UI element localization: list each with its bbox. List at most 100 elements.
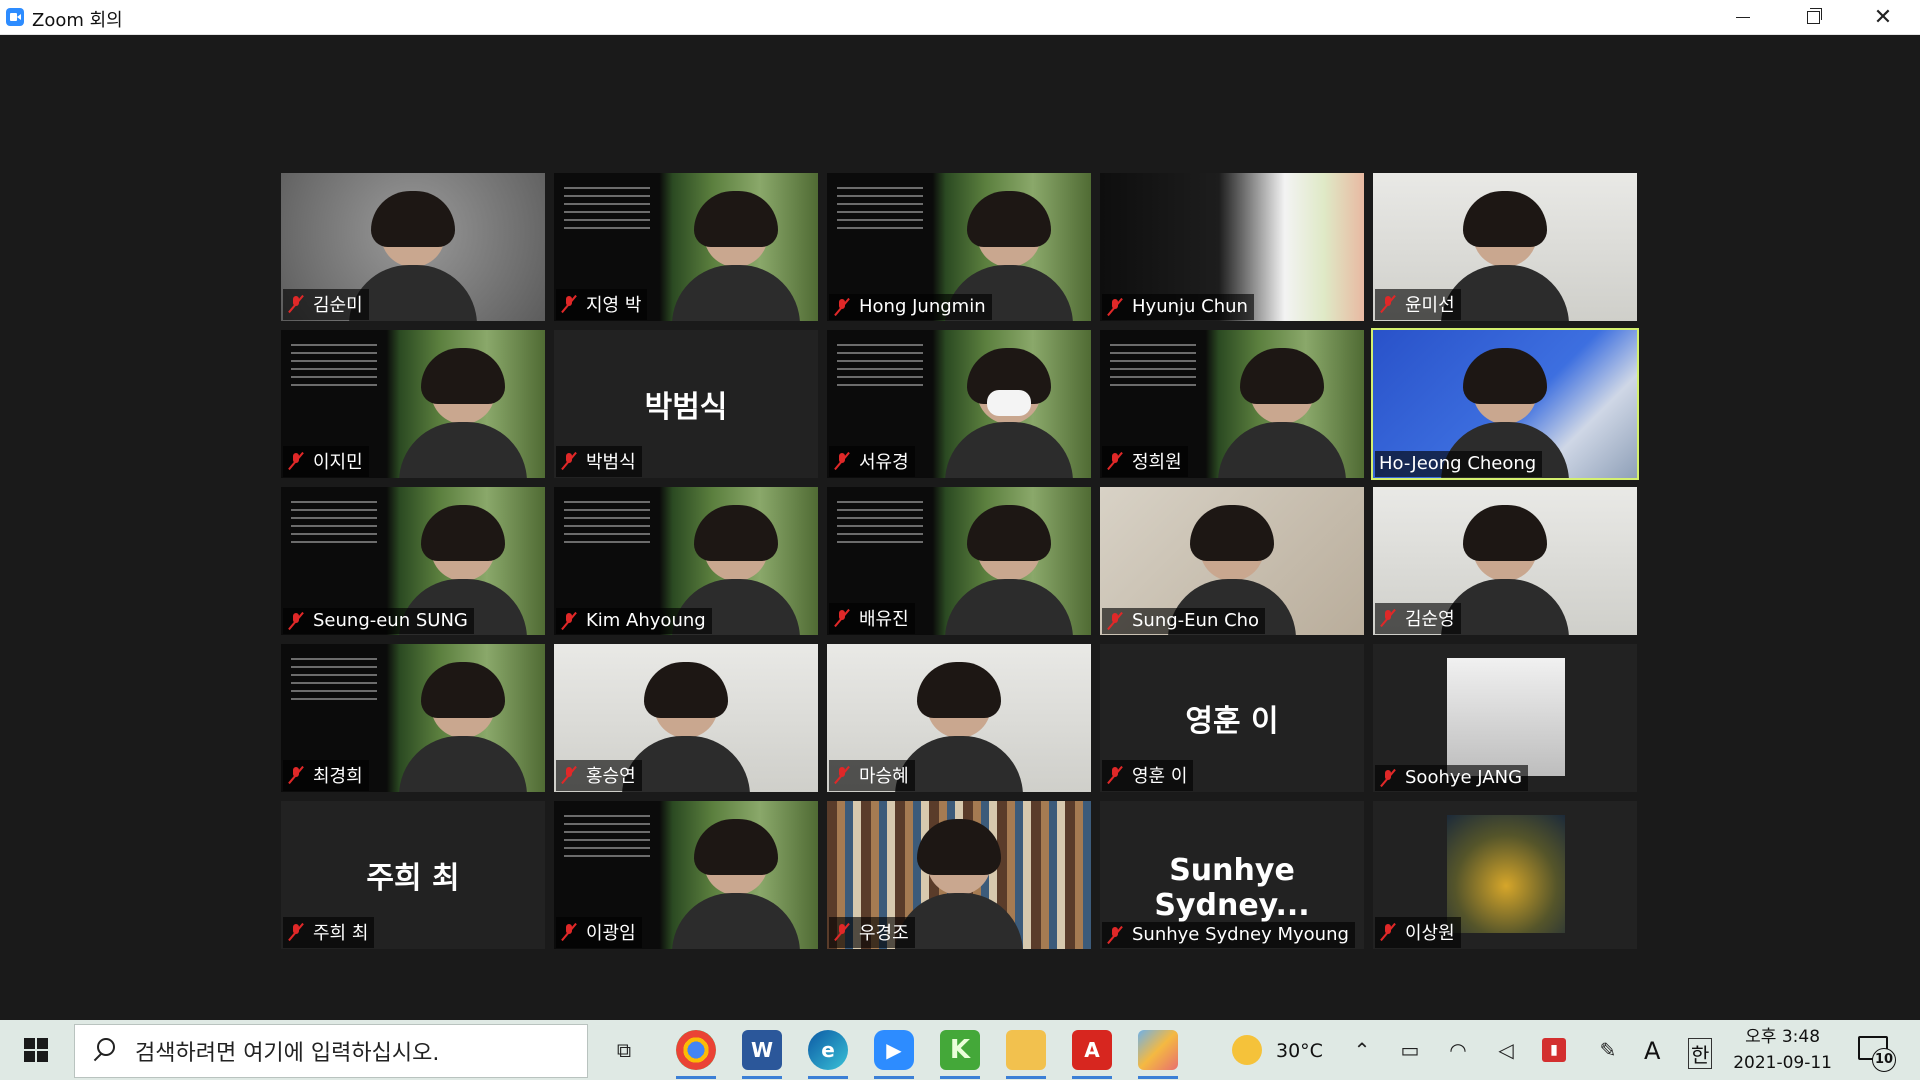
participant-name-label: 우경조 <box>829 917 915 948</box>
participant-name: 이상원 <box>1405 923 1455 944</box>
paint-icon[interactable] <box>1138 1030 1178 1070</box>
participant-tile[interactable]: Sung-Eun Cho <box>1100 487 1364 635</box>
chrome-icon[interactable] <box>676 1030 716 1070</box>
task-view-icon[interactable]: ⧉ <box>604 1030 644 1070</box>
participant-tile[interactable]: 주희 최 주희 최 <box>281 801 545 949</box>
acrobat-icon[interactable]: A <box>1072 1030 1112 1070</box>
participant-name-label: 이지민 <box>283 446 369 477</box>
person-silhouette <box>1441 191 1569 321</box>
participant-tile[interactable]: 지영 박 <box>554 173 818 321</box>
participant-tile[interactable]: 김순미 <box>281 173 545 321</box>
participant-tile[interactable]: 이광임 <box>554 801 818 949</box>
participant-name: Seung-eun SUNG <box>313 610 468 631</box>
zoom-taskbar-icon[interactable]: ▶ <box>874 1030 914 1070</box>
participant-name: Hyunju Chun <box>1132 296 1248 317</box>
participant-display-name: 박범식 <box>644 390 728 425</box>
participant-tile[interactable]: 홍승연 <box>554 644 818 792</box>
participant-tile[interactable]: 이지민 <box>281 330 545 478</box>
minimize-button[interactable] <box>1708 0 1778 34</box>
participant-name-label: 이광임 <box>556 917 642 948</box>
mic-muted-icon <box>560 766 578 784</box>
participant-tile[interactable]: 김순영 <box>1373 487 1637 635</box>
participant-name: 김순미 <box>313 295 363 316</box>
word-icon[interactable]: W <box>742 1030 782 1070</box>
participant-name-label: Kim Ahyoung <box>556 608 712 634</box>
participant-tile[interactable]: Ho-Jeong Cheong <box>1371 328 1639 480</box>
participant-name: 김순영 <box>1405 609 1455 630</box>
zoom-running-indicator <box>874 1076 914 1079</box>
chevron-up-icon[interactable]: ⌃ <box>1350 1038 1374 1062</box>
ime-mode-indicator[interactable]: A <box>1644 1037 1660 1065</box>
participant-name: Sunhye Sydney Myoung <box>1132 924 1349 945</box>
participant-name-label: 지영 박 <box>556 289 648 320</box>
person-silhouette <box>945 505 1073 635</box>
taskbar-search-box[interactable]: 검색하려면 여기에 입력하십시오. <box>74 1024 588 1078</box>
participant-name: 홍승연 <box>586 766 636 787</box>
kakaotalk-icon[interactable]: K <box>940 1030 980 1070</box>
battery-icon[interactable]: ▭ <box>1398 1038 1422 1062</box>
close-button[interactable]: ✕ <box>1848 0 1918 34</box>
participant-tile[interactable]: Kim Ahyoung <box>554 487 818 635</box>
volume-icon[interactable]: ◁ <box>1494 1038 1518 1062</box>
participant-name-label: Sung-Eun Cho <box>1102 608 1266 634</box>
profile-picture <box>1447 815 1565 933</box>
participant-tile[interactable]: 박범식 박범식 <box>554 330 818 478</box>
search-icon <box>89 1036 119 1066</box>
participant-tile[interactable]: 서유경 <box>827 330 1091 478</box>
participant-display-name: 영훈 이 <box>1185 704 1279 739</box>
restore-icon <box>1806 7 1822 24</box>
participant-name: 이광임 <box>586 923 636 944</box>
participant-name-label: 김순영 <box>1375 603 1461 634</box>
participant-name: Hong Jungmin <box>859 296 986 317</box>
profile-picture <box>1447 658 1565 776</box>
participant-tile[interactable]: Sunhye Sydney... Sunhye Sydney Myoung <box>1100 801 1364 949</box>
mic-muted-icon <box>560 612 578 630</box>
weather-icon[interactable] <box>1232 1035 1262 1065</box>
mic-muted-icon <box>1106 612 1124 630</box>
antivirus-icon[interactable]: ▮ <box>1542 1038 1566 1062</box>
participant-name-label: 이상원 <box>1375 917 1461 948</box>
participant-name: 최경희 <box>313 766 363 787</box>
participant-tile[interactable]: Hong Jungmin <box>827 173 1091 321</box>
person-silhouette <box>1168 505 1296 635</box>
mic-muted-icon <box>1379 923 1397 941</box>
file-explorer-icon[interactable] <box>1006 1030 1046 1070</box>
participant-name-label: 영훈 이 <box>1102 760 1194 791</box>
participant-tile[interactable]: 마승혜 <box>827 644 1091 792</box>
participant-name-label: 홍승연 <box>556 760 642 791</box>
wifi-icon[interactable]: ◠ <box>1446 1038 1470 1062</box>
notification-center-button[interactable]: 10 <box>1858 1034 1896 1072</box>
mic-muted-icon <box>1379 769 1397 787</box>
weather-temperature[interactable]: 30°C <box>1276 1040 1323 1062</box>
participant-tile[interactable]: Seung-eun SUNG <box>281 487 545 635</box>
participant-name: 이지민 <box>313 452 363 473</box>
mic-muted-icon <box>833 766 851 784</box>
taskbar-clock[interactable]: 오후 3:48 2021-09-11 <box>1733 1024 1832 1076</box>
participant-tile[interactable]: 이상원 <box>1373 801 1637 949</box>
person-silhouette <box>672 191 800 321</box>
mic-muted-icon <box>287 766 305 784</box>
participant-tile[interactable]: 배유진 <box>827 487 1091 635</box>
person-silhouette <box>399 348 527 478</box>
clock-time: 오후 3:48 <box>1745 1027 1821 1047</box>
kakaotalk-running-indicator <box>940 1076 980 1079</box>
ime-language-indicator[interactable]: 한 <box>1688 1038 1713 1069</box>
edge-icon[interactable]: e <box>808 1030 848 1070</box>
restore-button[interactable] <box>1778 0 1848 34</box>
participant-tile[interactable]: 최경희 <box>281 644 545 792</box>
participant-name-label: Seung-eun SUNG <box>283 608 474 634</box>
participant-name-label: Soohye JANG <box>1375 765 1529 791</box>
participant-tile[interactable]: 우경조 <box>827 801 1091 949</box>
participant-tile[interactable]: 윤미선 <box>1373 173 1637 321</box>
participant-tile[interactable]: Hyunju Chun <box>1100 173 1364 321</box>
participant-name-label: 최경희 <box>283 760 369 791</box>
start-button[interactable] <box>0 1020 72 1080</box>
participant-tile[interactable]: 정희원 <box>1100 330 1364 478</box>
acrobat-running-indicator <box>1072 1076 1112 1079</box>
participant-tile[interactable]: 영훈 이 영훈 이 <box>1100 644 1364 792</box>
participant-tile[interactable]: Soohye JANG <box>1373 644 1637 792</box>
paint-running-indicator <box>1138 1076 1178 1079</box>
pen-icon[interactable]: ✎ <box>1596 1038 1620 1062</box>
participant-name-label: 윤미선 <box>1375 289 1461 320</box>
participant-name: 주희 최 <box>313 923 369 944</box>
